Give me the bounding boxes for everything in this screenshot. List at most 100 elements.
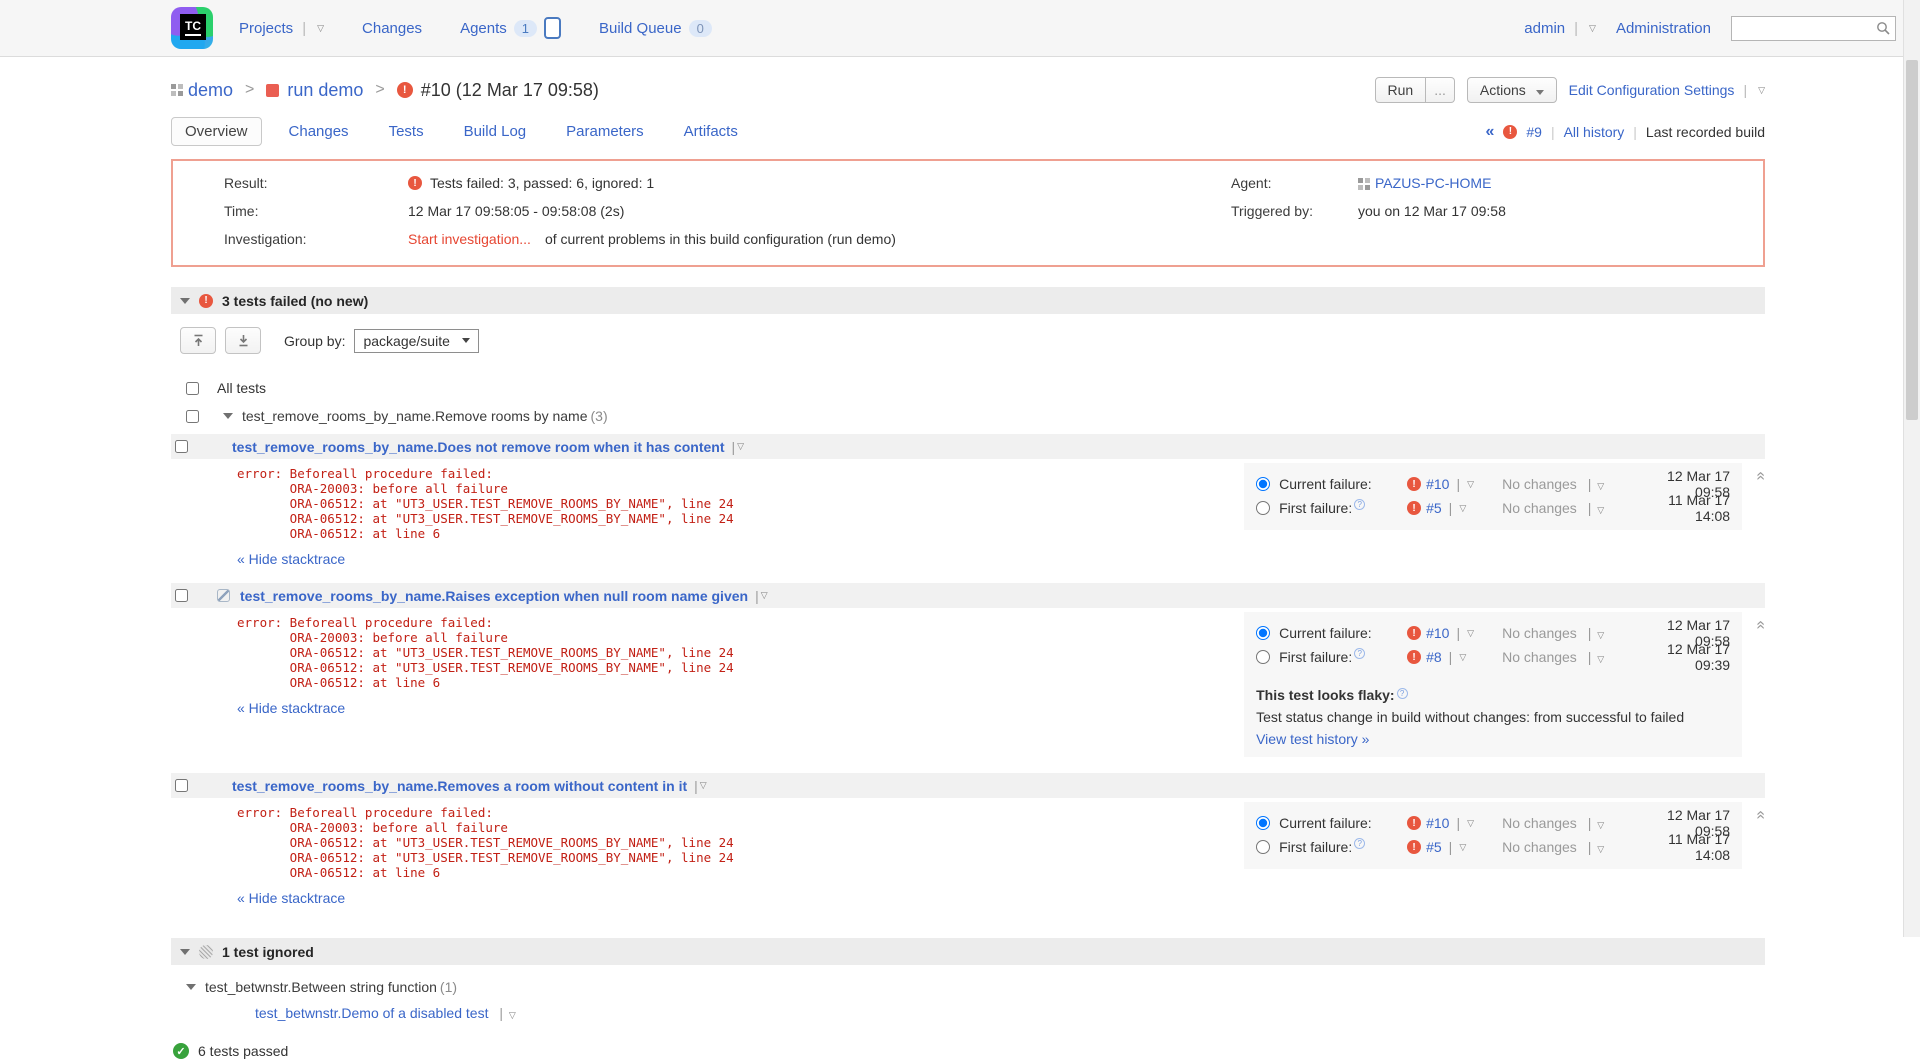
build-link[interactable]: #5 — [1426, 839, 1442, 855]
chevron-down-icon[interactable]: ▽ — [1758, 85, 1765, 96]
first-failure-radio[interactable] — [1256, 501, 1270, 515]
changes-cell[interactable]: No changes | ▽ — [1502, 625, 1652, 641]
nav-projects[interactable]: Projects | ▽ — [239, 20, 324, 37]
chevron-down-icon[interactable]: ▽ — [1597, 820, 1604, 830]
administration-link[interactable]: Administration — [1616, 20, 1711, 37]
chevron-down-icon[interactable]: ▽ — [1597, 505, 1604, 515]
test-name-link[interactable]: test_remove_rooms_by_name.Raises excepti… — [240, 588, 748, 604]
test-checkbox[interactable] — [175, 589, 188, 602]
nav-changes[interactable]: Changes — [362, 20, 422, 37]
edit-configuration-link[interactable]: Edit Configuration Settings | ▽ — [1569, 82, 1765, 98]
chevron-down-icon[interactable]: ▽ — [1467, 628, 1474, 639]
chevron-down-icon[interactable]: ▽ — [509, 1010, 516, 1020]
tab-build-log[interactable]: Build Log — [451, 118, 540, 145]
vertical-scrollbar[interactable] — [1903, 0, 1920, 937]
user-menu[interactable]: admin | ▽ — [1524, 20, 1596, 37]
first-failure-radio[interactable] — [1256, 650, 1270, 664]
chevron-down-icon[interactable]: ▽ — [1459, 503, 1466, 514]
help-icon[interactable] — [1354, 838, 1365, 849]
chevron-down-icon[interactable]: ▽ — [1467, 818, 1474, 829]
chevron-down-icon[interactable]: ▽ — [1597, 844, 1604, 854]
tab-changes[interactable]: Changes — [276, 118, 362, 145]
chevron-down-icon[interactable]: ▽ — [1597, 654, 1604, 664]
test-name-link[interactable]: test_remove_rooms_by_name.Removes a room… — [232, 778, 687, 794]
tab-overview[interactable]: Overview — [171, 117, 262, 146]
failure-details-panel: Current failure: #10 | ▽ No changes | ▽ … — [1244, 612, 1742, 757]
changes-cell[interactable]: No changes | ▽ — [1502, 649, 1652, 665]
build-link[interactable]: #8 — [1426, 649, 1442, 665]
run-options-button[interactable]: ... — [1426, 77, 1455, 103]
chevron-down-icon[interactable]: ▽ — [1459, 652, 1466, 663]
build-link[interactable]: #10 — [1426, 815, 1449, 831]
all-history-link[interactable]: All history — [1564, 124, 1625, 140]
chevron-down-icon[interactable]: ▽ — [1597, 630, 1604, 640]
suite-name[interactable]: test_remove_rooms_by_name.Remove rooms b… — [242, 408, 588, 424]
suite-name[interactable]: test_betwnstr.Between string function — [205, 979, 437, 995]
teamcity-logo[interactable]: TC — [171, 7, 213, 49]
changes-cell[interactable]: No changes | ▽ — [1502, 500, 1652, 516]
help-icon[interactable] — [1354, 499, 1365, 510]
nav-build-queue[interactable]: Build Queue 0 — [599, 20, 712, 37]
hide-stacktrace-link[interactable]: « Hide stacktrace — [237, 551, 345, 567]
current-failure-radio[interactable] — [1256, 816, 1270, 830]
collapse-panel-icon[interactable]: « — [1752, 472, 1770, 481]
nav-agents[interactable]: Agents 1 — [460, 17, 561, 39]
triggered-by-value: you on 12 Mar 17 09:58 — [1358, 203, 1506, 219]
build-link[interactable]: #5 — [1426, 500, 1442, 516]
help-icon[interactable] — [1354, 648, 1365, 659]
breadcrumb-build-config[interactable]: run demo — [287, 80, 363, 101]
previous-build-link[interactable]: #9 — [1526, 124, 1542, 140]
collapse-panel-icon[interactable]: « — [1752, 621, 1770, 630]
collapse-triangle-icon[interactable] — [180, 298, 190, 304]
triggered-by-label: Triggered by: — [1203, 203, 1358, 219]
hide-stacktrace-link[interactable]: « Hide stacktrace — [237, 700, 345, 716]
group-by-select[interactable]: package/suite — [354, 329, 478, 353]
chevron-down-icon[interactable]: ▽ — [761, 590, 768, 601]
search-input[interactable] — [1732, 17, 1876, 40]
scrollbar-thumb[interactable] — [1906, 60, 1918, 420]
collapse-all-button[interactable] — [180, 327, 216, 354]
chevron-down-icon[interactable]: ▽ — [1597, 481, 1604, 491]
chevron-down-icon[interactable]: ▽ — [737, 441, 744, 452]
collapse-triangle-icon[interactable] — [180, 949, 190, 955]
agent-link[interactable]: PAZUS-PC-HOME — [1375, 175, 1491, 191]
actions-button[interactable]: Actions — [1467, 77, 1557, 103]
suite-checkbox[interactable] — [186, 410, 199, 423]
failed-tests-section-header[interactable]: 3 tests failed (no new) — [171, 287, 1765, 314]
test-name-link[interactable]: test_remove_rooms_by_name.Does not remov… — [232, 439, 724, 455]
test-checkbox[interactable] — [175, 440, 188, 453]
all-tests-checkbox[interactable] — [186, 382, 199, 395]
collapse-panel-icon[interactable]: « — [1752, 811, 1770, 820]
changes-cell[interactable]: No changes | ▽ — [1502, 476, 1652, 492]
previous-build-icon[interactable]: « — [1485, 123, 1494, 141]
chevron-down-icon[interactable]: ▽ — [1467, 479, 1474, 490]
changes-cell[interactable]: No changes | ▽ — [1502, 839, 1652, 855]
test-checkbox[interactable] — [175, 779, 188, 792]
collapse-triangle-icon[interactable] — [186, 984, 196, 990]
first-failure-radio[interactable] — [1256, 840, 1270, 854]
changes-cell[interactable]: No changes | ▽ — [1502, 815, 1652, 831]
chevron-down-icon[interactable]: ▽ — [1589, 23, 1596, 34]
test-name-link[interactable]: test_betwnstr.Demo of a disabled test — [255, 1005, 488, 1021]
chevron-down-icon[interactable]: ▽ — [1459, 842, 1466, 853]
help-icon[interactable] — [1397, 688, 1408, 699]
hide-stacktrace-link[interactable]: « Hide stacktrace — [237, 890, 345, 906]
current-failure-radio[interactable] — [1256, 477, 1270, 491]
view-test-history-link[interactable]: View test history » — [1256, 731, 1369, 747]
run-button[interactable]: Run — [1375, 77, 1427, 103]
build-failed-icon — [397, 82, 413, 98]
tab-artifacts[interactable]: Artifacts — [671, 118, 751, 145]
search-icon[interactable] — [1876, 21, 1891, 36]
build-link[interactable]: #10 — [1426, 625, 1449, 641]
tab-tests[interactable]: Tests — [376, 118, 437, 145]
chevron-down-icon[interactable]: ▽ — [700, 780, 707, 791]
start-investigation-link[interactable]: Start investigation... — [408, 231, 531, 247]
ignored-tests-section-header[interactable]: 1 test ignored — [171, 938, 1765, 965]
build-link[interactable]: #10 — [1426, 476, 1449, 492]
breadcrumb-project[interactable]: demo — [188, 80, 233, 101]
tab-parameters[interactable]: Parameters — [553, 118, 657, 145]
collapse-triangle-icon[interactable] — [223, 413, 233, 419]
current-failure-radio[interactable] — [1256, 626, 1270, 640]
expand-all-button[interactable] — [225, 327, 261, 354]
chevron-down-icon[interactable]: ▽ — [317, 23, 324, 34]
